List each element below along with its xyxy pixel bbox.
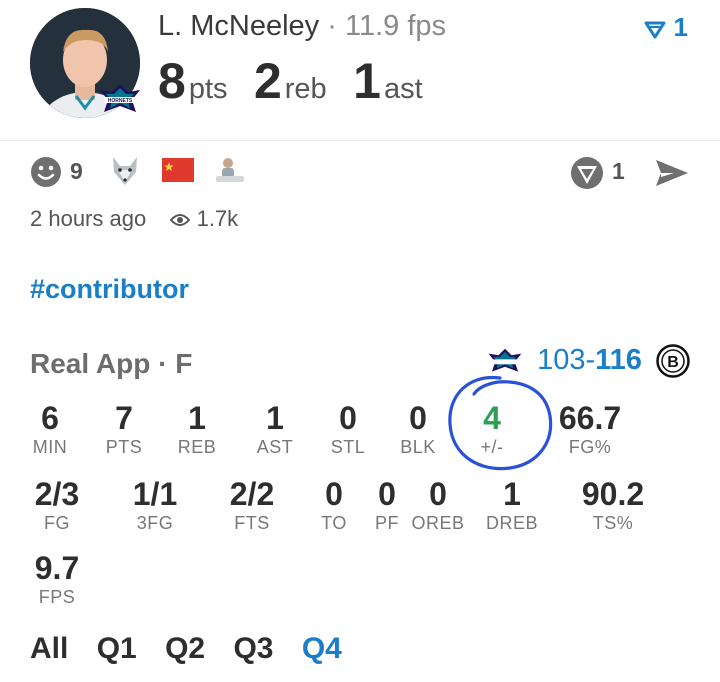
nets-logo-text: B xyxy=(667,354,679,371)
player-summary-stats: 8 pts 2 reb 1 ast xyxy=(158,52,445,110)
stat-3fg-cell: 1/1 3FG xyxy=(105,476,205,534)
player-name[interactable]: L. McNeeley xyxy=(158,10,319,42)
stat-label: FG xyxy=(44,513,70,533)
award-count: 1 xyxy=(612,158,625,184)
eye-icon xyxy=(170,214,191,227)
china-flag-icon xyxy=(162,158,194,182)
reaction-count: 9 xyxy=(70,158,83,184)
team-score: 103 xyxy=(537,344,586,376)
vote-button[interactable]: 1 xyxy=(644,12,688,43)
post-header: HORNETS L. McNeeley · 11.9 fps 8 pts 2 reb… xyxy=(0,0,720,141)
stat-value: 9.7 xyxy=(34,550,80,586)
tab-q3[interactable]: Q3 xyxy=(233,632,273,665)
chevron-vote-icon xyxy=(644,21,666,39)
name-separator: · xyxy=(327,10,337,42)
stat-label: DREB xyxy=(485,513,538,533)
stat-value: 1/1 xyxy=(132,476,178,512)
stat-value: 66.7 xyxy=(558,400,622,436)
box-score-title: Real App · F xyxy=(30,348,193,379)
hornets-logo-icon xyxy=(488,349,522,372)
stat-fps-cell: 9.7 FPS xyxy=(7,550,107,608)
send-icon xyxy=(656,160,688,186)
action-bar: 9 1 xyxy=(30,154,690,194)
stat-label: FG% xyxy=(568,437,612,457)
stat-label: +/- xyxy=(480,437,504,457)
reb-value: 2 xyxy=(253,53,282,109)
person-at-desk-icon xyxy=(216,158,244,182)
stat-dreb-cell: 1 DREB xyxy=(462,476,562,534)
stat-value: 90.2 xyxy=(581,476,645,512)
stat-value: 2/3 xyxy=(34,476,80,512)
stat-value: 1 xyxy=(503,476,521,512)
reb-label: reb xyxy=(284,73,327,105)
stat-label: FPS xyxy=(38,587,76,607)
share-button[interactable] xyxy=(654,158,690,193)
stat-label: TS% xyxy=(592,513,634,533)
ast-value: 1 xyxy=(353,53,381,109)
stat-label: 3FG xyxy=(136,513,174,533)
view-count: 1.7k xyxy=(196,206,239,231)
nets-logo-icon: B xyxy=(656,344,690,379)
score-dash: - xyxy=(585,344,596,376)
stat-value: 4 xyxy=(483,400,501,436)
tab-q4[interactable]: Q4 xyxy=(302,632,342,665)
quarter-tabs: All Q1 Q2 Q3 Q4 xyxy=(30,632,362,666)
stat--cell: 4 +/- xyxy=(442,400,542,458)
reaction-button[interactable] xyxy=(30,156,62,193)
contributor-tag[interactable]: #contributor xyxy=(30,274,189,305)
stat-ts-cell: 90.2 TS% xyxy=(563,476,663,534)
vote-count: 1 xyxy=(673,12,688,42)
stat-fg-cell: 2/3 FG xyxy=(7,476,107,534)
post-meta: 2 hours ago 1.7k xyxy=(30,206,238,232)
tab-all[interactable]: All xyxy=(30,632,68,665)
flag-reaction[interactable] xyxy=(162,158,194,187)
hornets-logo-icon: HORNETS xyxy=(100,84,140,112)
award-shield-icon xyxy=(571,157,603,189)
pts-value: 8 xyxy=(158,53,186,109)
hornets-logo-text: HORNETS xyxy=(108,98,133,104)
stat-fg-cell: 66.7 FG% xyxy=(540,400,640,458)
player-name-line: L. McNeeley · 11.9 fps xyxy=(158,10,446,43)
wolf-reaction[interactable] xyxy=(108,154,142,193)
player-fps: 11.9 fps xyxy=(344,10,447,42)
smiley-icon xyxy=(31,157,61,187)
award-button[interactable] xyxy=(570,156,604,195)
wolf-icon xyxy=(113,157,137,185)
opponent-score: 116 xyxy=(595,344,642,376)
post-time: 2 hours ago xyxy=(30,206,147,231)
ast-label: ast xyxy=(383,73,423,105)
tab-q2[interactable]: Q2 xyxy=(165,632,205,665)
tab-q1[interactable]: Q1 xyxy=(97,632,137,665)
game-score[interactable]: 103-116 B xyxy=(487,344,690,379)
character-reaction[interactable] xyxy=(212,156,248,191)
pts-label: pts xyxy=(188,73,228,105)
